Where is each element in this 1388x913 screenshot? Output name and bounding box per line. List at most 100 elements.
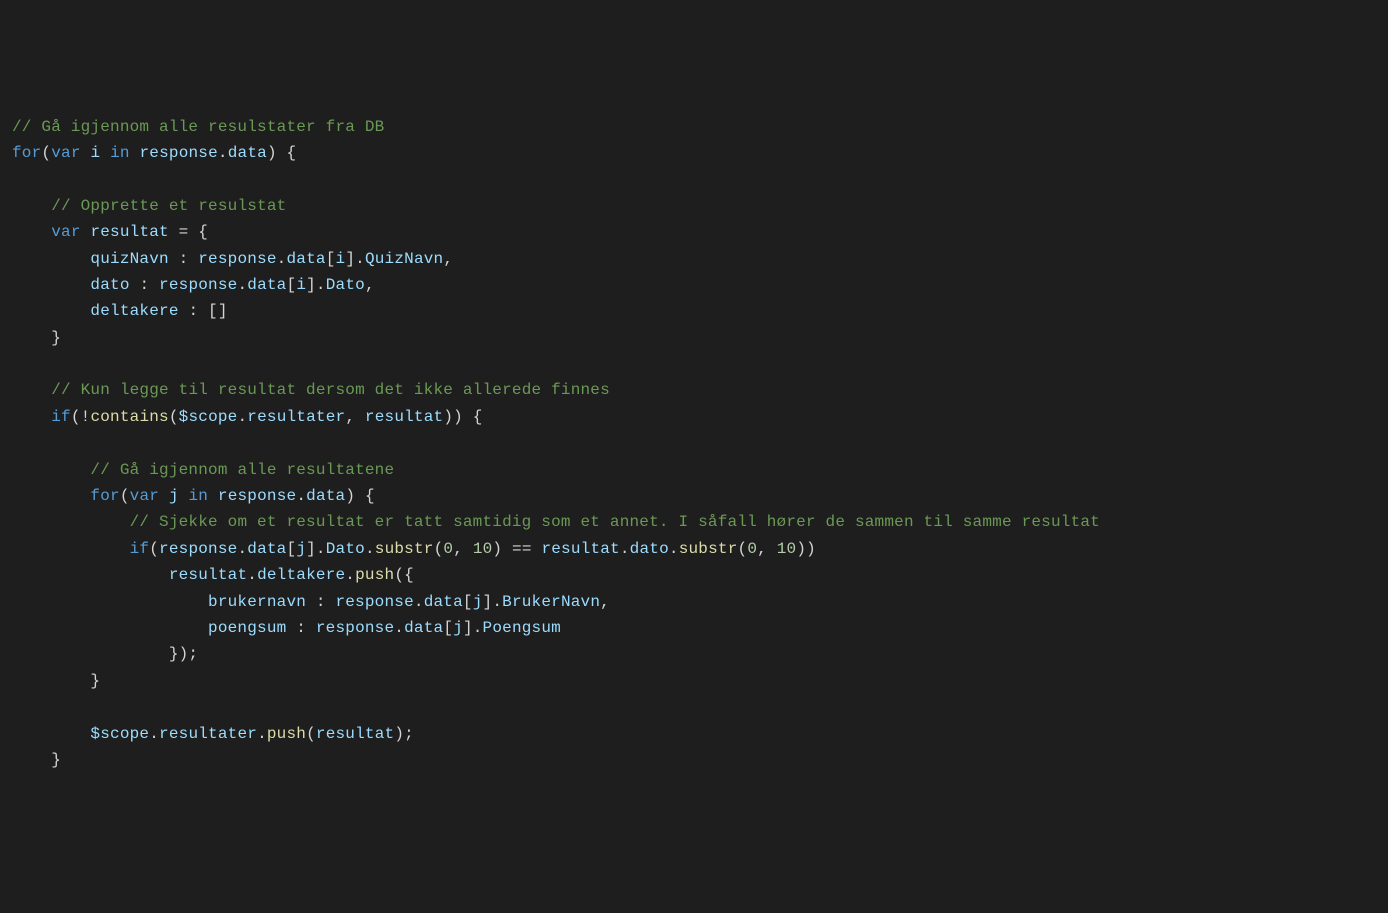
punct: . [237,408,247,426]
punct: , [345,408,365,426]
punct: ]. [345,250,365,268]
punct: : [169,250,198,268]
keyword-if: if [51,408,71,426]
prop-brukernavn-cap: BrukerNavn [502,593,600,611]
punct: )) { [443,408,482,426]
punct: . [414,593,424,611]
punct: . [620,540,630,558]
space [81,223,91,241]
var-response: response [316,619,394,637]
punct: , [757,540,777,558]
space [81,144,91,162]
code-comment: // Kun legge til resultat dersom det ikk… [51,381,610,399]
punct: } [51,329,61,347]
prop-brukernavn: brukernavn [208,593,306,611]
punct: . [394,619,404,637]
punct: ( [434,540,444,558]
punct: . [345,566,355,584]
punct: ( [738,540,748,558]
number-literal: 10 [473,540,493,558]
punct: . [149,725,159,743]
var-response: response [335,593,413,611]
punct: )) [796,540,816,558]
code-editor[interactable]: // Gå igjennom alle resulstater fra DB f… [12,114,1376,774]
punct: , [453,540,473,558]
punct: [ [443,619,453,637]
punct: ]. [306,276,326,294]
code-comment: // Gå igjennom alle resultatene [90,461,394,479]
func-push: push [355,566,394,584]
prop-data: data [404,619,443,637]
prop-resultater: resultater [247,408,345,426]
punct: [ [326,250,336,268]
space [130,144,140,162]
punct: . [237,276,247,294]
var-resultat: resultat [169,566,247,584]
punct: . [218,144,228,162]
punct: , [365,276,375,294]
punct: [ [287,540,297,558]
var-scope: $scope [90,725,149,743]
prop-data: data [286,250,325,268]
punct: , [600,593,610,611]
punct: (! [71,408,91,426]
prop-dato: dato [630,540,669,558]
punct: = { [169,223,208,241]
prop-poengsum-cap: Poengsum [483,619,561,637]
keyword-var: var [51,223,80,241]
prop-data: data [306,487,345,505]
punct: [ [287,276,297,294]
number-literal: 10 [777,540,797,558]
code-comment: // Gå igjennom alle resulstater fra DB [12,118,384,136]
keyword-for: for [12,144,41,162]
punct: } [90,672,100,690]
func-substr: substr [375,540,434,558]
punct: ( [149,540,159,558]
space [100,144,110,162]
prop-dato-cap: Dato [326,276,365,294]
punct: . [669,540,679,558]
punct: . [237,540,247,558]
punct: ({ [394,566,414,584]
keyword-in: in [188,487,208,505]
code-comment: // Opprette et resulstat [51,197,286,215]
var-i: i [336,250,346,268]
var-response: response [198,250,276,268]
punct: }); [169,645,198,663]
prop-data: data [228,144,267,162]
number-literal: 0 [747,540,757,558]
punct: ( [41,144,51,162]
space [159,487,169,505]
var-resultat: resultat [316,725,394,743]
var-resultat: resultat [541,540,619,558]
punct: , [443,250,453,268]
prop-dato-cap: Dato [326,540,365,558]
var-j: j [473,593,483,611]
prop-deltakere: deltakere [257,566,345,584]
var-response: response [139,144,217,162]
punct: ( [120,487,130,505]
punct: : [] [179,302,228,320]
punct: . [257,725,267,743]
var-response: response [218,487,296,505]
punct: [ [463,593,473,611]
space [208,487,218,505]
punct: ]. [306,540,326,558]
prop-data: data [424,593,463,611]
var-response: response [159,540,237,558]
keyword-var: var [130,487,159,505]
punct: ( [169,408,179,426]
var-j: j [169,487,179,505]
var-resultat: resultat [365,408,443,426]
punct: : [286,619,315,637]
space [179,487,189,505]
prop-quiznavn-cap: QuizNavn [365,250,443,268]
prop-quiznavn: quizNavn [90,250,168,268]
keyword-for: for [90,487,119,505]
punct: ) { [267,144,296,162]
func-contains: contains [90,408,168,426]
var-j: j [453,619,463,637]
punct: ) == [492,540,541,558]
var-resultat: resultat [90,223,168,241]
punct: } [51,751,61,769]
